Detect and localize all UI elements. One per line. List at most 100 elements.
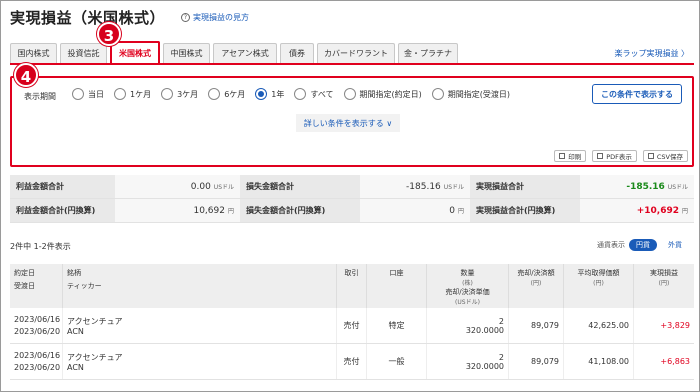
radio-range-trade-date[interactable]: 期間指定(約定日)	[343, 88, 422, 100]
raku-wrap-link[interactable]: 楽ラップ実現損益 〉	[614, 48, 689, 59]
col-pnl: 実現損益 (円)	[634, 264, 694, 308]
unit: 円	[227, 208, 234, 215]
side-cell: 売付	[337, 344, 367, 379]
col-avg-cost-unit: (円)	[593, 280, 604, 287]
apply-conditions-button[interactable]: この条件で表示する	[592, 84, 682, 104]
unit: USドル	[213, 184, 234, 191]
proceeds-cell: 89,079	[509, 308, 564, 343]
trade-date: 2023/06/16	[14, 351, 61, 360]
step-badge-4: 4	[14, 63, 38, 87]
realized-total-jpy-value: +10,692 円	[580, 199, 694, 222]
radio-circle[interactable]	[208, 88, 221, 100]
col-trade-date: 約定日	[14, 269, 35, 277]
summary-row-jpy: 利益金額合計(円換算) 10,692 円 損失金額合計(円換算) 0円 実現損益合…	[10, 199, 694, 223]
tab-mutual-fund[interactable]: 投資信託	[60, 43, 107, 63]
security-cell: アクセンチュア ACN	[63, 344, 337, 379]
print-button[interactable]: 印刷	[554, 150, 587, 162]
price: 320.0000	[465, 325, 504, 335]
radio-label: すべて	[310, 89, 334, 99]
qty-price-cell: 2 320.0000	[427, 344, 509, 379]
tab-asean-stock[interactable]: アセアン株式	[213, 43, 277, 63]
currency-yen-button[interactable]: 円貨	[629, 239, 657, 251]
radio-label: 期間指定(約定日)	[359, 89, 422, 99]
show-more-conditions-button[interactable]: 詳しい条件を表示する ∨	[296, 114, 400, 132]
value: -185.16	[406, 181, 441, 192]
tab-label: 米国株式	[119, 48, 151, 58]
page-header: 実現損益（米国株式） ? 実現損益の見方	[10, 7, 249, 28]
col-ticker: ティッカー	[67, 282, 102, 290]
tab-china-stock[interactable]: 中国株式	[163, 43, 210, 63]
security-cell: アクセンチュア ACN	[63, 308, 337, 343]
step-badge-3: 3	[97, 22, 121, 46]
tab-label: 債券	[289, 49, 305, 58]
side-cell: 売付	[337, 308, 367, 343]
tab-bond[interactable]: 債券	[280, 43, 314, 63]
radio-1year[interactable]: 1年	[255, 88, 284, 100]
period-label: 表示期間	[24, 92, 56, 101]
tab-covered-warrant[interactable]: カバードワラント	[317, 43, 395, 63]
radio-circle[interactable]	[431, 88, 444, 100]
detail-table-header: 約定日 受渡日 銘柄 ティッカー 取引 口座 数量 (株) 売却/決済単価 (USド…	[10, 264, 694, 308]
col-proceeds-label: 売却/決済額	[517, 269, 555, 277]
unit: 円	[457, 208, 464, 215]
radio-label: 期間指定(受渡日)	[447, 89, 510, 99]
tab-label: 金・プラチナ	[404, 49, 452, 58]
pdf-icon	[597, 153, 604, 159]
radio-6months[interactable]: 6ケ月	[208, 88, 245, 100]
trade-date: 2023/06/16	[14, 315, 61, 324]
profit-total-jpy-label: 利益金額合計(円換算)	[10, 199, 115, 222]
value: -185.16	[626, 181, 665, 192]
unit: 円	[681, 208, 688, 215]
qty-price-cell: 2 320.0000	[427, 308, 509, 343]
help-link-label: 実現損益の見方	[193, 13, 250, 22]
radio-circle[interactable]	[114, 88, 126, 100]
radio-circle[interactable]	[343, 88, 356, 100]
radio-label: 1年	[271, 89, 285, 99]
radio-circle[interactable]	[255, 88, 268, 100]
help-link[interactable]: ? 実現損益の見方	[181, 12, 249, 23]
avg-cost-cell: 41,108.00	[564, 344, 634, 379]
radio-circle[interactable]	[161, 88, 174, 100]
account-cell: 特定	[367, 308, 427, 343]
profit-total-jpy-value: 10,692 円	[115, 199, 240, 222]
radio-1month[interactable]: 1ケ月	[114, 88, 151, 100]
radio-all[interactable]: すべて	[294, 88, 334, 100]
tab-gold-platinum[interactable]: 金・プラチナ	[398, 43, 458, 63]
col-settle-date: 受渡日	[14, 282, 35, 290]
tab-label: カバードワラント	[324, 49, 388, 58]
radio-circle[interactable]	[294, 88, 307, 100]
tab-label: アセアン株式	[221, 49, 269, 58]
ticker: ACN	[67, 326, 84, 336]
qty: 2	[498, 352, 504, 362]
tab-us-stock[interactable]: 米国株式	[110, 41, 160, 63]
radio-circle[interactable]	[72, 88, 84, 100]
pdf-button[interactable]: PDF表示	[592, 150, 637, 162]
page-title: 実現損益（米国株式）	[10, 9, 166, 27]
condition-panel: 表示期間 当日 1ケ月 3ケ月 6ケ月 1年 すべて 期間指定(約定日) 期間指…	[10, 76, 694, 167]
radio-3months[interactable]: 3ケ月	[161, 88, 198, 100]
col-qty-price: 数量 (株) 売却/決済単価 (USドル)	[427, 264, 509, 308]
col-avg-cost-label: 平均取得価額	[577, 269, 620, 277]
radio-label: 3ケ月	[177, 89, 199, 99]
radio-today[interactable]: 当日	[72, 88, 104, 100]
pdf-label: PDF表示	[606, 153, 632, 161]
col-price-unit: (USドル)	[455, 299, 480, 306]
tab-domestic-stock[interactable]: 国内株式	[10, 43, 57, 63]
loss-total-jpy-value: 0円	[360, 199, 470, 222]
profit-total-value: 0.00 USドル	[115, 175, 240, 198]
col-avg-cost: 平均取得価額 (円)	[564, 264, 634, 308]
profit-total-label: 利益金額合計	[10, 175, 115, 198]
period-radio-group: 当日 1ケ月 3ケ月 6ケ月 1年 すべて 期間指定(約定日) 期間指定(受渡日…	[72, 88, 520, 100]
radio-range-settle-date[interactable]: 期間指定(受渡日)	[431, 88, 510, 100]
csv-button[interactable]: CSV保存	[642, 150, 688, 162]
print-label: 印刷	[568, 153, 582, 161]
table-row[interactable]: 2023/06/16 2023/06/20 アクセンチュア ACN 売付 一般 23…	[10, 344, 694, 380]
col-proceeds: 売却/決済額 (円)	[509, 264, 564, 308]
col-pnl-unit: (円)	[658, 280, 670, 287]
currency-foreign-button[interactable]: 外貨	[661, 239, 689, 251]
page-frame: 実現損益（米国株式） ? 実現損益の見方 国内株式 投資信託 米国株式 中国株式…	[0, 0, 700, 392]
tab-underline	[10, 63, 694, 65]
security-name: アクセンチュア	[67, 352, 123, 362]
product-tabs: 国内株式 投資信託 米国株式 中国株式 アセアン株式 債券 カバードワラント 金…	[10, 41, 461, 63]
table-row[interactable]: 2023/06/16 2023/06/20 アクセンチュア ACN 売付 特定 23…	[10, 308, 694, 344]
